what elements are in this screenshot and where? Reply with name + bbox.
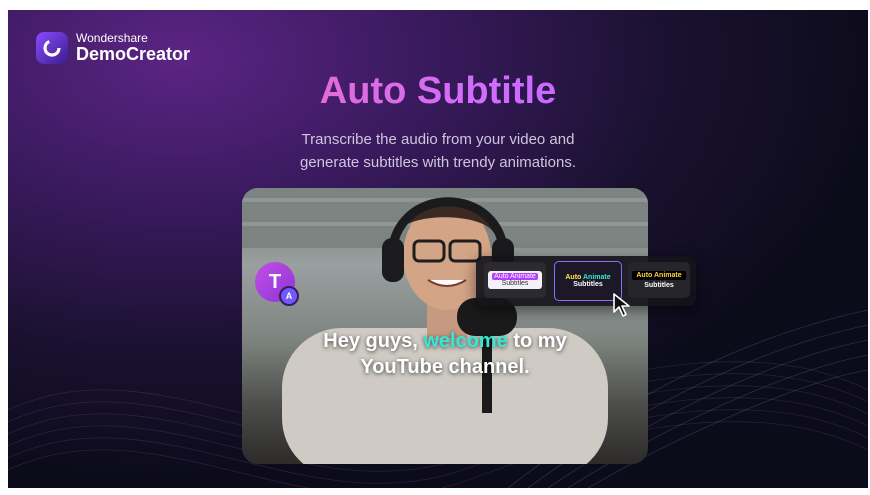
democreator-logo[interactable]: Wondershare DemoCreator	[36, 32, 190, 64]
style-preset-1[interactable]: Auto Animate Subtitles	[484, 262, 546, 298]
auto-subtitle-icon: T A	[255, 262, 299, 306]
page-title: Auto Subtitle	[8, 70, 868, 113]
audio-waveform	[273, 392, 615, 426]
text-glyph: T	[268, 270, 282, 293]
preset-1-label: Subtitles	[501, 280, 529, 287]
description-line-2: generate subtitles with trendy animation…	[300, 154, 576, 171]
product-name: DemoCreator	[76, 43, 191, 64]
auto-mini-icon: A	[279, 286, 299, 306]
democreator-logo-icon	[36, 32, 68, 64]
preset-3-label: Subtitles	[644, 282, 674, 289]
preset-2-title-b: Animate	[583, 274, 611, 281]
page-description: Transcribe the audio from your video and…	[8, 128, 868, 174]
subtitle-style-panel: Auto Animate Subtitles Auto Animate Subt…	[476, 256, 696, 306]
preset-2-label: Subtitles	[573, 281, 603, 288]
hero-banner: Wondershare DemoCreator Auto Subtitle Tr…	[8, 10, 868, 488]
caption-text: Hey guys,	[323, 330, 424, 352]
caption-highlight-word: welcome	[423, 330, 508, 352]
caption-line-2: YouTube channel.	[360, 356, 530, 378]
style-preset-3[interactable]: Auto Animate Subtitles	[628, 262, 690, 298]
preset-2-title-a: Auto	[565, 274, 583, 281]
mouse-pointer-icon	[613, 293, 630, 317]
preset-3-title: Auto Animate	[632, 271, 686, 280]
subtitle-caption: Hey guys, welcome to my YouTube channel.	[242, 328, 648, 380]
demo-video-frame[interactable]: Hey guys, welcome to my YouTube channel.	[242, 188, 648, 464]
caption-text-end: to my	[507, 330, 567, 352]
brand-name: Wondershare	[76, 31, 148, 46]
preset-1-title: Auto Animate	[492, 273, 538, 280]
description-line-1: Transcribe the audio from your video and	[301, 131, 575, 148]
